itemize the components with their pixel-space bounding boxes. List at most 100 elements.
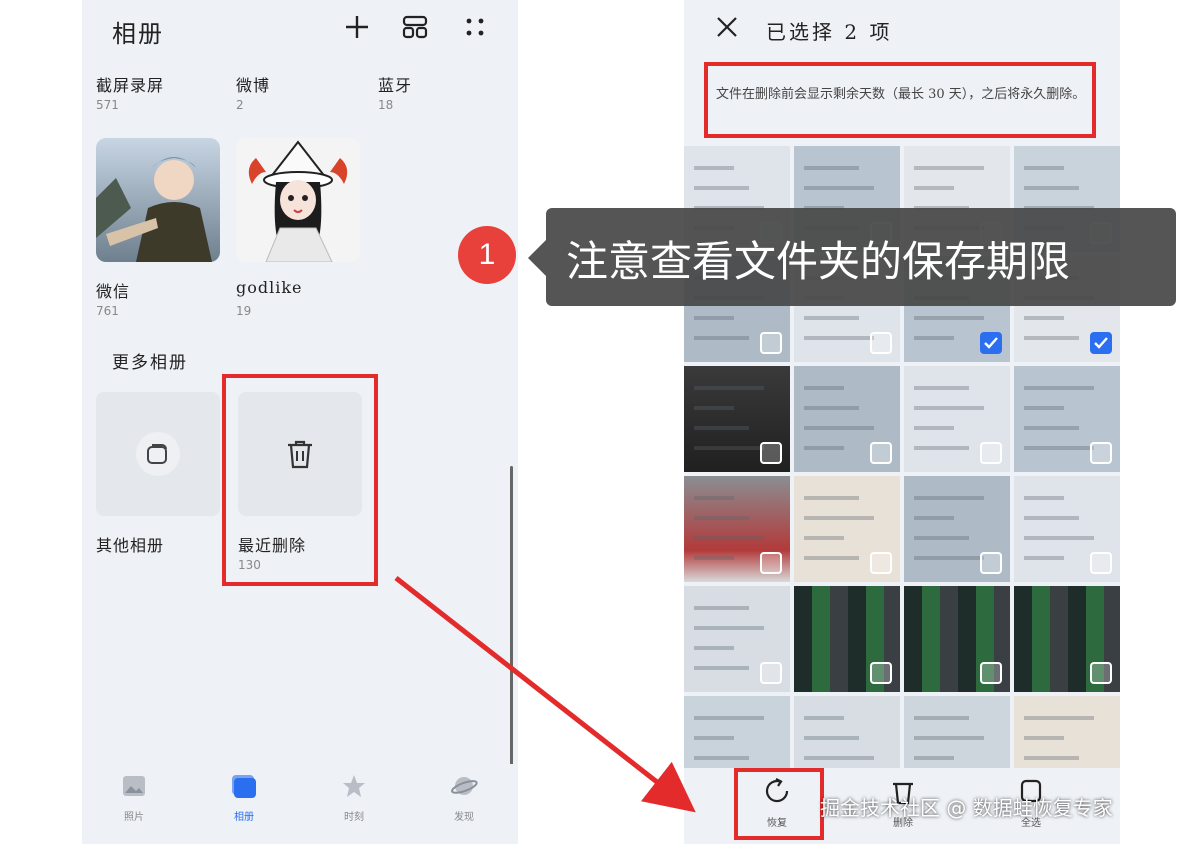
screenshot-line xyxy=(694,336,749,340)
screenshot-line xyxy=(694,626,764,630)
album-icon xyxy=(232,775,256,798)
screenshot-line xyxy=(694,736,734,740)
album-count: 571 xyxy=(96,98,119,112)
screenshot-line xyxy=(804,536,844,540)
album-name[interactable]: 蓝牙 xyxy=(378,72,412,96)
photo-cell[interactable] xyxy=(1014,586,1120,692)
checkbox[interactable] xyxy=(870,552,892,574)
screenshot-line xyxy=(694,446,764,450)
checked-checkbox[interactable] xyxy=(980,332,1002,354)
checkbox[interactable] xyxy=(980,442,1002,464)
checkbox[interactable] xyxy=(870,442,892,464)
screenshot-line xyxy=(804,406,859,410)
checkbox[interactable] xyxy=(1090,662,1112,684)
photo-cell[interactable] xyxy=(794,586,900,692)
photo-cell[interactable] xyxy=(904,476,1010,582)
page-title: 相册 xyxy=(112,20,164,48)
checkbox[interactable] xyxy=(980,662,1002,684)
album-cover-wechat[interactable] xyxy=(96,138,220,262)
photo-icon xyxy=(123,776,145,796)
screenshot-line xyxy=(1024,736,1064,740)
screenshot-line xyxy=(1024,406,1064,410)
nav-label: 时刻 xyxy=(344,812,364,823)
step-badge: 1 xyxy=(458,226,516,284)
screenshot-line xyxy=(694,426,749,430)
album-name[interactable]: 微博 xyxy=(236,72,270,96)
checkbox[interactable] xyxy=(980,552,1002,574)
screenshot-line xyxy=(1024,536,1094,540)
nav-discover[interactable]: 发现 xyxy=(434,772,494,832)
screenshot-line xyxy=(804,516,874,520)
screenshot-line xyxy=(694,716,764,720)
checkbox[interactable] xyxy=(760,442,782,464)
screenshot-line xyxy=(694,536,764,540)
screenshot-line xyxy=(694,516,749,520)
photo-cell[interactable] xyxy=(904,366,1010,472)
album-name[interactable]: 截屏录屏 xyxy=(96,72,164,96)
album-count: 2 xyxy=(236,98,244,112)
more-dots-icon[interactable] xyxy=(458,10,492,44)
screenshot-line xyxy=(914,536,969,540)
album-name[interactable]: godlike xyxy=(236,278,303,297)
screenshot-line xyxy=(914,516,954,520)
checkbox[interactable] xyxy=(1090,552,1112,574)
screenshot-line xyxy=(914,186,954,190)
album-cover-godlike[interactable] xyxy=(236,138,360,262)
screenshot-line xyxy=(694,386,764,390)
grid-layout-icon[interactable] xyxy=(398,10,432,44)
star-icon xyxy=(343,775,365,797)
photo-cell[interactable] xyxy=(684,366,790,472)
highlight-notice xyxy=(704,62,1096,138)
screenshot-line xyxy=(694,556,734,560)
photo-cell[interactable] xyxy=(1014,366,1120,472)
album-count: 761 xyxy=(96,304,119,318)
photo-cell[interactable] xyxy=(794,476,900,582)
screenshot-line xyxy=(694,756,749,760)
screenshot-line xyxy=(914,496,984,500)
close-icon[interactable] xyxy=(710,10,744,44)
screenshot-line xyxy=(1024,166,1064,170)
screenshot-line xyxy=(1024,716,1094,720)
checkbox[interactable] xyxy=(760,332,782,354)
checkbox[interactable] xyxy=(760,662,782,684)
nav-moments[interactable]: 时刻 xyxy=(324,772,384,832)
photo-cell[interactable] xyxy=(684,586,790,692)
screenshot-line xyxy=(914,556,984,560)
callout-text: 注意查看文件夹的保存期限 xyxy=(566,237,1071,286)
scrollbar[interactable] xyxy=(510,466,513,776)
checkbox[interactable] xyxy=(760,552,782,574)
highlight-recently-deleted xyxy=(222,374,378,586)
nav-photos[interactable]: 照片 xyxy=(104,772,164,832)
screenshot-line xyxy=(914,716,969,720)
screenshot-line xyxy=(914,446,969,450)
checkbox[interactable] xyxy=(1090,442,1112,464)
photo-cell[interactable] xyxy=(684,476,790,582)
section-title-more-albums: 更多相册 xyxy=(112,353,188,373)
screenshot-line xyxy=(804,386,844,390)
tutorial-canvas: 相册 截屏录屏 571 微博 2 蓝牙 18 微信 761 godlike 19… xyxy=(0,0,1200,844)
checkbox[interactable] xyxy=(870,332,892,354)
nav-albums[interactable]: 相册 xyxy=(214,772,274,832)
album-name[interactable]: 其他相册 xyxy=(96,532,164,556)
other-albums-tile[interactable] xyxy=(96,392,220,516)
checkbox[interactable] xyxy=(870,662,892,684)
screenshot-line xyxy=(1024,756,1079,760)
tip-callout: 注意查看文件夹的保存期限 xyxy=(546,208,1176,306)
screenshot-line xyxy=(694,406,734,410)
photo-cell[interactable] xyxy=(1014,476,1120,582)
screenshot-line xyxy=(804,756,874,760)
screenshot-line xyxy=(804,736,859,740)
recently-deleted-screen: 已选择 2 项 文件在删除前会显示剩余天数（最长 30 天），之后将永久删除。 … xyxy=(684,0,1120,844)
screenshot-line xyxy=(1024,496,1064,500)
screenshot-line xyxy=(914,406,984,410)
checked-checkbox[interactable] xyxy=(1090,332,1112,354)
photo-cell[interactable] xyxy=(904,586,1010,692)
nav-label: 发现 xyxy=(454,812,474,823)
album-name[interactable]: 微信 xyxy=(96,278,130,302)
nav-label: 照片 xyxy=(124,812,144,823)
photo-cell[interactable] xyxy=(794,366,900,472)
screenshot-line xyxy=(694,496,734,500)
highlight-restore xyxy=(734,768,824,840)
plus-icon[interactable] xyxy=(340,10,374,44)
screenshot-line xyxy=(1024,516,1079,520)
